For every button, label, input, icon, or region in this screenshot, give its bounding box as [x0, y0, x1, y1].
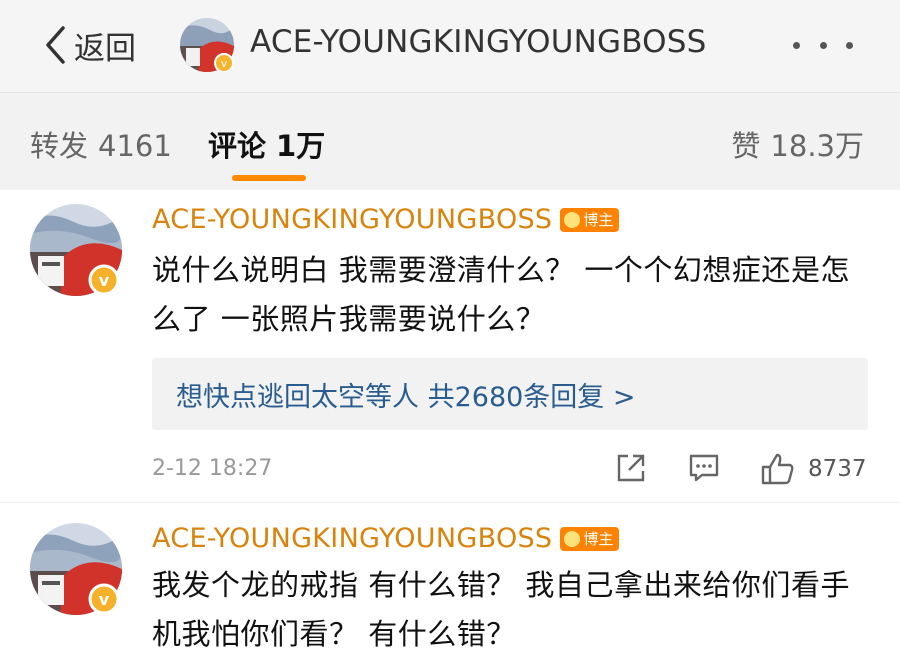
comment-item: v ACE-YOUNGKINGYOUNGBOSS 博主 我发个龙的戒指 有什么错…	[0, 502, 900, 670]
page-title: ACE-YOUNGKINGYOUNGBOSS	[250, 24, 707, 60]
timestamp: 2-12 18:27	[152, 456, 273, 481]
avatar[interactable]: v	[30, 204, 122, 296]
like-button[interactable]: 8737	[760, 452, 867, 486]
like-count: 8737	[808, 456, 867, 482]
username[interactable]: ACE-YOUNGKINGYOUNGBOSS	[152, 523, 552, 554]
avatar[interactable]: v	[30, 523, 122, 615]
ellipsis-dot	[846, 41, 853, 49]
ellipsis-dot	[819, 41, 827, 49]
comment-button[interactable]	[688, 452, 720, 484]
crown-icon	[564, 530, 581, 547]
avatar[interactable]: v	[180, 18, 234, 73]
top-bar: 返回 v ACE-YOUNGKINGYOUNGBOSS	[0, 0, 900, 92]
tab-comment-label: 评论	[208, 129, 267, 163]
ellipsis-icon	[793, 41, 800, 49]
tab-comment[interactable]: 评论 1万	[208, 123, 325, 165]
username-row: ACE-YOUNGKINGYOUNGBOSS 博主	[152, 204, 620, 235]
thumbs-up-icon	[760, 452, 796, 486]
back-button[interactable]: 返回	[44, 20, 136, 70]
tab-forward[interactable]: 转发 4161	[30, 123, 172, 165]
replies-link[interactable]: 想快点逃回太空等人 共2680条回复 >	[152, 358, 868, 430]
comment-text: 我发个龙的戒指 有什么错？ 我自己拿出来给你们看手机我怕你们看？ 有什么错？	[152, 568, 850, 651]
tab-like-count: 18.3万	[770, 129, 864, 163]
svg-text:v: v	[221, 57, 228, 70]
username-row: ACE-YOUNGKINGYOUNGBOSS 博主	[152, 523, 620, 554]
author-badge-label: 博主	[583, 210, 614, 229]
share-button[interactable]	[615, 452, 647, 484]
svg-text:v: v	[99, 271, 110, 290]
tab-forward-count: 4161	[98, 129, 172, 163]
tab-like-label: 赞	[731, 129, 761, 163]
tab-comment-count: 1万	[276, 129, 326, 163]
active-tab-indicator	[232, 175, 306, 181]
author-badge: 博主	[560, 526, 620, 551]
comment-icon	[688, 452, 720, 484]
comment-text: 说什么说明白 我需要澄清什么？ 一个个幻想症还是怎么了 一张照片我需要说什么？	[152, 253, 850, 336]
username[interactable]: ACE-YOUNGKINGYOUNGBOSS	[152, 204, 552, 235]
author-badge: 博主	[560, 207, 620, 232]
tab-bar: 转发 4161 评论 1万 赞 18.3万	[0, 92, 900, 190]
more-options-button[interactable]	[793, 34, 853, 56]
tab-forward-label: 转发	[30, 129, 89, 163]
comment-list: v ACE-YOUNGKINGYOUNGBOSS 博主 说什么说明白 我需要澄清…	[0, 190, 900, 670]
crown-icon	[564, 211, 581, 228]
share-icon	[615, 452, 647, 484]
tab-like[interactable]: 赞 18.3万	[731, 123, 864, 165]
svg-text:v: v	[99, 590, 110, 609]
author-badge-label: 博主	[583, 529, 614, 548]
back-label: 返回	[74, 30, 136, 67]
chevron-left-icon	[44, 25, 66, 65]
comment-item: v ACE-YOUNGKINGYOUNGBOSS 博主 说什么说明白 我需要澄清…	[0, 190, 900, 502]
